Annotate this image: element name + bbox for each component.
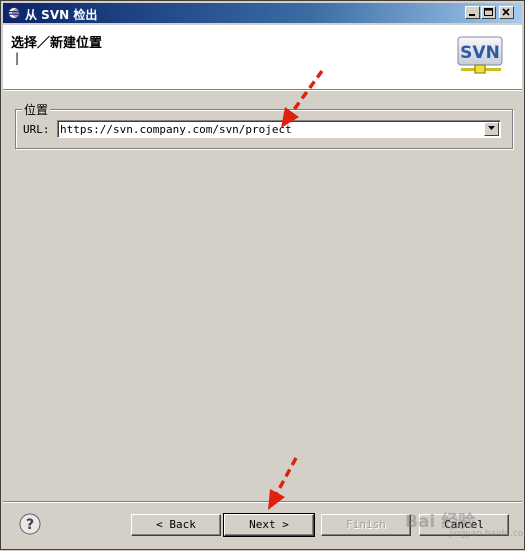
annotation-arrow-next (275, 457, 298, 494)
annotation-arrows (268, 69, 324, 510)
annotation-arrow-url (291, 69, 324, 113)
svn-checkout-dialog: 从 SVN 检出 选择／新建位置 | SVN 位置 URL: https://s… (0, 0, 525, 550)
annotation-arrowhead-url (281, 107, 299, 128)
